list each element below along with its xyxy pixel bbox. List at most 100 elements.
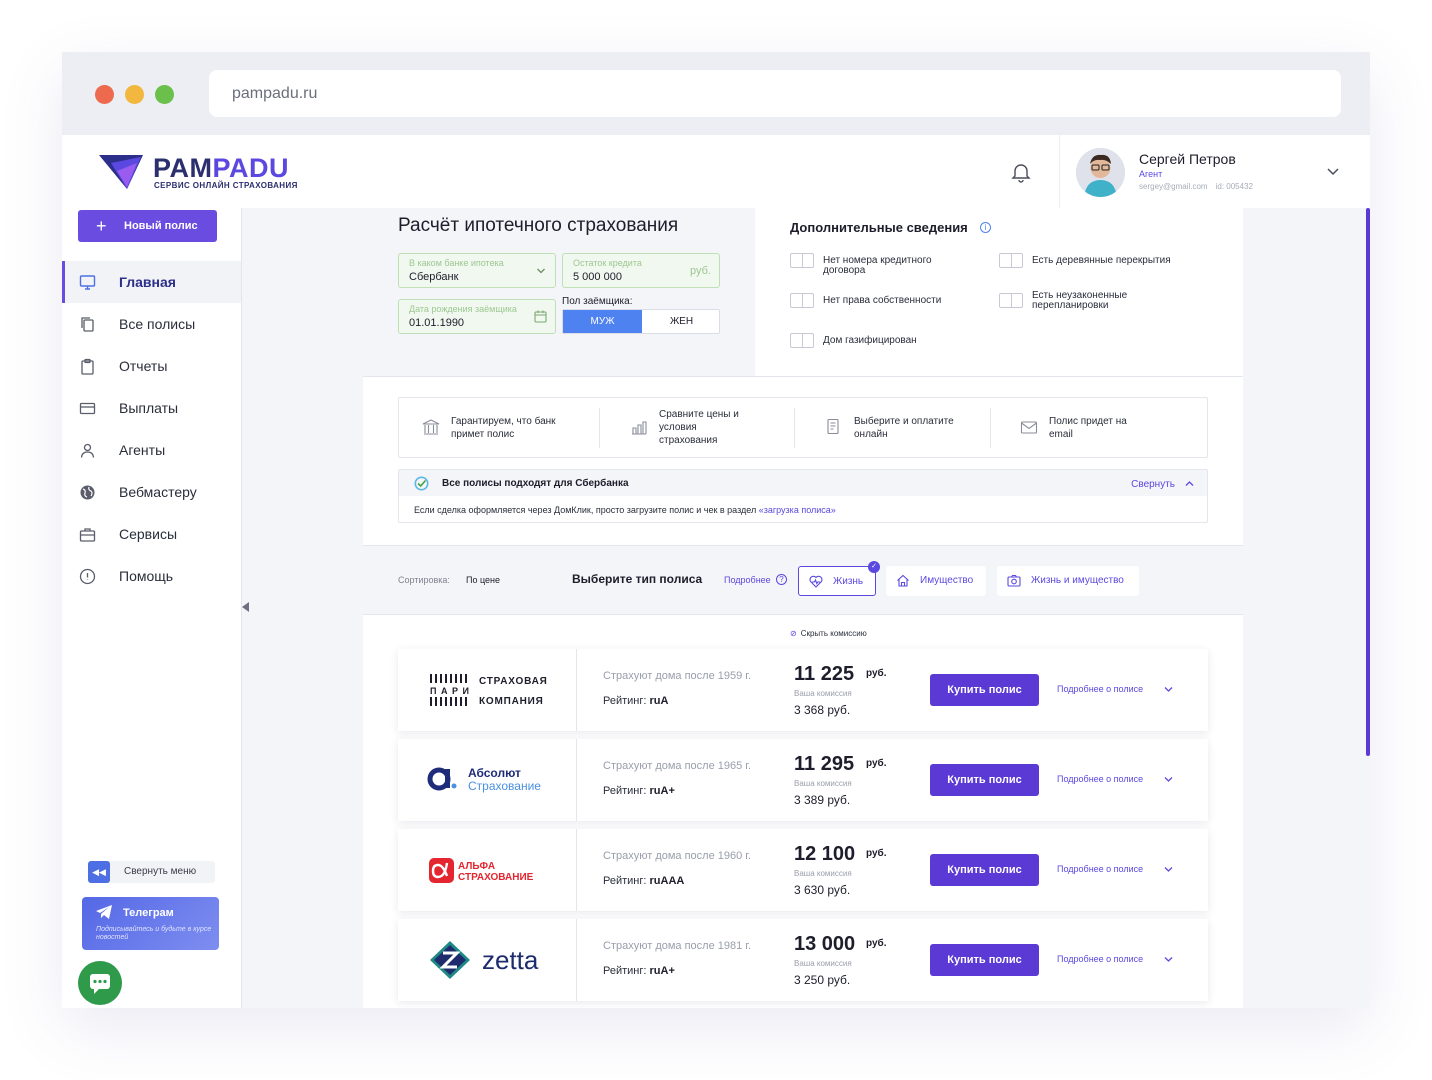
camera-icon — [1007, 574, 1021, 587]
svg-text:АЛЬФА: АЛЬФА — [458, 861, 495, 872]
heart-pulse-icon — [809, 575, 823, 588]
birth-date-input[interactable]: Дата рождения заёмщика 01.01.1990 — [398, 299, 556, 334]
user-name[interactable]: Сергей Петров — [1139, 151, 1236, 167]
page-scrollbar[interactable] — [1366, 208, 1370, 756]
logo-tagline: СЕРВИС ОНЛАЙН СТРАХОВАНИЯ — [154, 181, 298, 190]
pampadu-logo[interactable]: PAMPADU СЕРВИС ОНЛАЙН СТРАХОВАНИЯ — [97, 151, 297, 195]
upload-policy-link[interactable]: «загрузка полиса» — [759, 505, 836, 515]
policy-details-link[interactable]: Подробнее о полисе — [1057, 774, 1143, 784]
more-info-link[interactable]: Подробнее — [724, 575, 771, 585]
plus-icon: + — [96, 216, 107, 236]
card-icon — [79, 402, 96, 415]
collapse-notice-button[interactable]: Свернуть — [1131, 479, 1175, 490]
offer-house-year: Страхуют дома после 1965 г. — [603, 760, 752, 772]
minimize-window-button[interactable] — [125, 85, 144, 104]
policy-details-link[interactable]: Подробнее о полисе — [1057, 864, 1143, 874]
type-life-chip[interactable]: Жизнь ✓ — [798, 561, 880, 596]
new-policy-button[interactable]: + Новый полис — [78, 210, 217, 242]
offer-rating: Рейтинг: ruA+ — [603, 965, 675, 977]
extra-info-title: Дополнительные сведения — [790, 220, 968, 235]
user-meta: sergey@gmail.com id: 005432 — [1139, 182, 1253, 191]
type-life-property-chip[interactable]: Жизнь и имущество — [997, 566, 1139, 596]
sidebar-item-webmaster[interactable]: Вебмастеру — [62, 471, 241, 513]
close-window-button[interactable] — [95, 85, 114, 104]
commission-value: 3 250 руб. — [794, 973, 851, 987]
chevron-down-icon[interactable] — [1164, 776, 1173, 783]
offer-card: ПАРИ СТРАХОВАЯ КОМПАНИЯ Страхуют дома по… — [398, 649, 1208, 731]
gender-male-button[interactable]: МУЖ — [563, 310, 642, 333]
chevron-up-icon[interactable] — [1185, 480, 1194, 487]
clipboard-icon — [81, 358, 94, 375]
toggle-no-contract-number[interactable] — [790, 253, 814, 268]
commission-value: 3 368 руб. — [794, 703, 851, 717]
toggle-gasified[interactable] — [790, 333, 814, 348]
svg-text:zetta: zetta — [482, 945, 539, 975]
calendar-icon — [534, 310, 547, 323]
sidebar-item-all-policies[interactable]: Все полисы — [62, 303, 241, 345]
toggle-wooden-floors[interactable] — [999, 253, 1023, 268]
buy-policy-button[interactable]: Купить полис — [930, 944, 1039, 976]
offer-rating: Рейтинг: ruAAA — [603, 875, 685, 887]
type-property-chip[interactable]: Имущество — [886, 566, 986, 596]
header-divider — [1059, 135, 1060, 208]
hide-commission-toggle[interactable]: ⊘ Скрыть комиссию — [790, 629, 867, 638]
home-icon — [897, 574, 909, 587]
sort-select[interactable]: По цене — [466, 575, 500, 585]
offer-house-year: Страхуют дома после 1959 г. — [603, 670, 752, 682]
chevron-down-icon[interactable] — [1164, 686, 1173, 693]
policy-details-link[interactable]: Подробнее о полисе — [1057, 684, 1143, 694]
maximize-window-button[interactable] — [155, 85, 174, 104]
bank-select[interactable]: В каком банке ипотека Сбербанк — [398, 253, 556, 288]
bank-icon — [422, 419, 440, 435]
offer-price: 12 100 — [794, 843, 856, 865]
offer-currency: руб. — [866, 668, 887, 679]
buy-policy-button[interactable]: Купить полис — [930, 764, 1039, 796]
chevron-down-icon[interactable] — [1326, 164, 1340, 176]
collapse-menu-button[interactable]: ◀◀ Свернуть меню — [88, 861, 215, 883]
svg-text:ПАРИ: ПАРИ — [430, 686, 473, 696]
policy-type-title: Выберите тип полиса — [572, 572, 703, 586]
sidebar-item-agents[interactable]: Агенты — [62, 429, 241, 471]
question-icon[interactable]: ? — [776, 574, 787, 585]
buy-policy-button[interactable]: Купить полис — [930, 854, 1039, 886]
buy-policy-button[interactable]: Купить полис — [930, 674, 1039, 706]
user-icon — [80, 443, 95, 458]
commission-label: Ваша комиссия — [794, 779, 852, 788]
benefit-divider — [990, 408, 991, 448]
envelope-icon — [1020, 421, 1038, 434]
eye-off-icon: ⊘ — [790, 629, 797, 638]
sidebar-toggle-arrow[interactable] — [242, 602, 249, 612]
address-bar[interactable]: pampadu.ru — [209, 70, 1341, 117]
sidebar-item-payouts[interactable]: Выплаты — [62, 387, 241, 429]
benefits-strip: Гарантируем, что банк примет полис Сравн… — [398, 397, 1208, 458]
chevron-down-icon[interactable] — [1164, 956, 1173, 963]
sidebar-item-help[interactable]: Помощь — [62, 555, 241, 597]
chat-support-button[interactable] — [78, 961, 122, 1005]
bell-icon[interactable] — [1010, 161, 1032, 183]
info-icon[interactable]: i — [980, 222, 991, 233]
toggle-no-ownership[interactable] — [790, 293, 814, 308]
benefit-item: Полис придет на email — [997, 398, 1207, 457]
avatar[interactable] — [1076, 148, 1125, 197]
credit-balance-input[interactable]: Остаток кредита 5 000 000 руб. — [562, 253, 720, 288]
sberbank-notice: Все полисы подходят для Сбербанка Сверну… — [398, 469, 1208, 523]
pampadu-logo-icon — [99, 155, 143, 189]
chevron-down-icon[interactable] — [1164, 866, 1173, 873]
toggle-illegal-replanning[interactable] — [999, 293, 1023, 308]
offer-card: zetta Страхуют дома после 1981 г. Рейтин… — [398, 919, 1208, 1001]
offer-currency: руб. — [866, 758, 887, 769]
chart-bars-icon — [632, 421, 647, 435]
sberbank-notice-header: Все полисы подходят для Сбербанка Сверну… — [399, 470, 1207, 496]
globe-icon — [80, 485, 95, 500]
sidebar-item-services[interactable]: Сервисы — [62, 513, 241, 555]
sidebar-item-reports[interactable]: Отчеты — [62, 345, 241, 387]
check-icon: ✓ — [868, 561, 880, 573]
sidebar-nav: Главная Все полисы Отчеты Выплаты Агенты… — [62, 261, 241, 597]
offer-currency: руб. — [866, 938, 887, 949]
telegram-banner[interactable]: Телеграм Подписывайтесь и будьте в курсе… — [82, 897, 219, 950]
policy-details-link[interactable]: Подробнее о полисе — [1057, 954, 1143, 964]
gender-female-button[interactable]: ЖЕН — [642, 310, 721, 333]
sidebar-item-home[interactable]: Главная — [62, 261, 241, 303]
toggle-label: Нет номера кредитного договора — [823, 255, 932, 276]
benefit-divider — [599, 408, 600, 448]
